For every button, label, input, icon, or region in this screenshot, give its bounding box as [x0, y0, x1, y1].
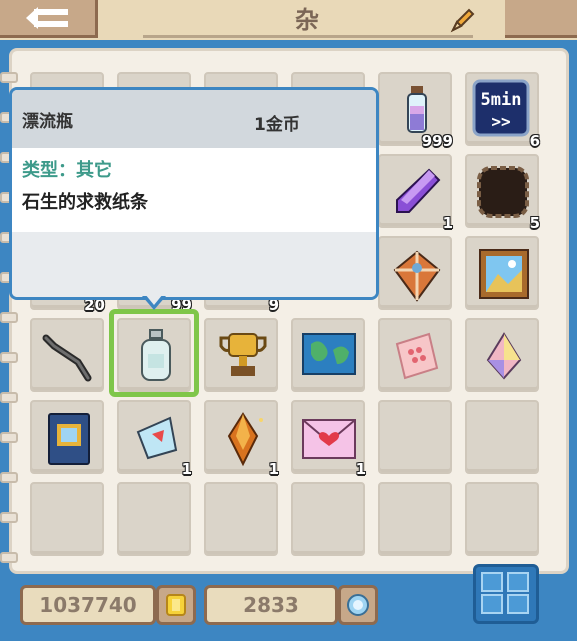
inventory-slot[interactable]: 5min >> 6 [465, 72, 540, 150]
diamond-icon[interactable] [338, 585, 378, 625]
inventory-slot[interactable] [30, 318, 104, 392]
inventory-slot[interactable] [291, 482, 365, 556]
grid-view-icon [481, 572, 529, 614]
inventory-slot[interactable]: 1 [378, 154, 453, 232]
binder-ring [0, 312, 18, 323]
gold-coin-icon[interactable] [156, 585, 196, 625]
binder-ring [0, 72, 18, 83]
inventory-slot[interactable] [378, 236, 452, 310]
tooltip-pointer-inner [145, 294, 163, 305]
item-name: 漂流瓶 [22, 111, 73, 132]
binder-ring [0, 432, 18, 443]
svg-text:5min: 5min [481, 90, 522, 110]
svg-text:>>: >> [491, 112, 510, 131]
inventory-slot[interactable] [30, 400, 104, 474]
tooltip-footer [12, 232, 376, 297]
inventory-slot[interactable] [291, 318, 365, 392]
inventory-slot[interactable]: 1 [117, 400, 192, 478]
item-quantity: 1 [268, 460, 279, 478]
selected-slot-highlight [109, 309, 199, 397]
binder-ring [0, 512, 18, 523]
gem-amount: 2833 [204, 585, 338, 625]
binder-ring [0, 352, 18, 363]
top-bar: 杂 [0, 0, 577, 40]
title-bar: 杂 [143, 0, 473, 38]
grid-view-button[interactable] [473, 564, 539, 624]
inventory-slot[interactable] [378, 482, 452, 556]
back-arrow-icon [25, 6, 68, 29]
inventory-slot[interactable] [465, 318, 539, 392]
top-right-decoration [505, 0, 577, 38]
item-type: 类型：其它 [22, 160, 112, 181]
binder-ring [0, 392, 18, 403]
item-quantity: 999 [421, 132, 453, 150]
item-quantity: 6 [529, 132, 540, 150]
inventory-slot[interactable] [465, 236, 539, 310]
inventory-slot[interactable] [204, 318, 278, 392]
inventory-slot[interactable] [30, 482, 104, 556]
inventory-slot[interactable] [204, 482, 278, 556]
tooltip-header: 漂流瓶 1金币 [12, 90, 376, 150]
item-price: 1金币 [254, 115, 300, 135]
item-quantity: 1 [181, 460, 192, 478]
binder-ring [0, 472, 18, 483]
item-tooltip: 漂流瓶 1金币 类型：其它 石生的求救纸条 [9, 87, 379, 300]
inventory-slot[interactable]: 1 [204, 400, 279, 478]
item-quantity: 1 [442, 214, 453, 232]
inventory-slot[interactable] [117, 482, 191, 556]
tooltip-body: 类型：其它 石生的求救纸条 [12, 150, 376, 232]
inventory-slot[interactable] [378, 318, 452, 392]
pencil-icon[interactable] [449, 6, 477, 34]
binder-ring [0, 552, 18, 563]
item-quantity: 5 [529, 214, 540, 232]
back-button[interactable] [0, 0, 98, 38]
page-title: 杂 [295, 6, 321, 34]
inventory-slot[interactable] [465, 482, 539, 556]
inventory-slot[interactable]: 999 [378, 72, 453, 150]
gold-amount: 1037740 [20, 585, 156, 625]
inventory-slot[interactable]: 5 [465, 154, 540, 232]
item-description: 石生的求救纸条 [22, 192, 148, 213]
inventory-slot[interactable]: 1 [291, 400, 366, 478]
item-quantity: 1 [355, 460, 366, 478]
inventory-slot[interactable] [465, 400, 539, 474]
inventory-slot[interactable] [378, 400, 452, 474]
